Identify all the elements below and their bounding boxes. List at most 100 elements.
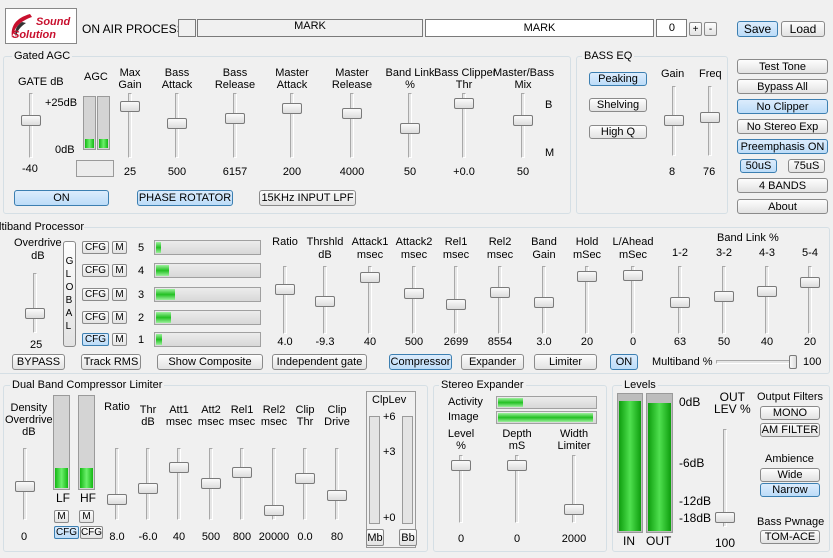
gate-slider-thumb[interactable] xyxy=(21,115,41,126)
input-lpf-button[interactable]: 15KHz INPUT LPF xyxy=(259,190,356,206)
mb-l-ahead-msec-thumb[interactable] xyxy=(623,270,643,281)
mb-rel1-msec-thumb[interactable] xyxy=(446,299,466,310)
no-stereo-exp-button[interactable]: No Stereo Exp xyxy=(737,119,828,134)
se-level-thumb[interactable] xyxy=(451,460,471,471)
band-3-cfg-button[interactable]: CFG xyxy=(82,288,109,301)
peaking-button[interactable]: Peaking xyxy=(589,72,647,86)
band-5-cfg-button[interactable]: CFG xyxy=(82,241,109,254)
db-att2-msec-thumb[interactable] xyxy=(201,478,221,489)
density-slider-thumb[interactable] xyxy=(15,481,35,492)
mb-band-gain-thumb[interactable] xyxy=(534,297,554,308)
band-2-m-button[interactable]: M xyxy=(112,311,127,324)
tom-ace-button[interactable]: TOM-ACE xyxy=(760,530,820,544)
db-att1-msec-track[interactable] xyxy=(177,448,181,520)
band-4-cfg-button[interactable]: CFG xyxy=(82,264,109,277)
db-clip-thr-thumb[interactable] xyxy=(295,473,315,484)
agc-bass-release-track[interactable] xyxy=(233,93,237,158)
about-button[interactable]: About xyxy=(737,199,828,214)
band-1-cfg-button[interactable]: CFG xyxy=(82,333,109,346)
mb-thrshld-db-thumb[interactable] xyxy=(315,296,335,307)
mb-hold-msec-thumb[interactable] xyxy=(577,271,597,282)
am-filter-button[interactable]: AM FILTER xyxy=(760,423,820,437)
preset-minus-button[interactable]: - xyxy=(704,22,717,36)
db-thr-db-thumb[interactable] xyxy=(138,483,158,494)
mb-button[interactable]: Mb xyxy=(366,529,384,546)
agc-bass-attack-thumb[interactable] xyxy=(167,118,187,129)
band-2-cfg-button[interactable]: CFG xyxy=(82,311,109,324)
track-rms-button[interactable]: Track RMS xyxy=(81,354,141,370)
db-rel1-msec-track[interactable] xyxy=(240,448,244,520)
limiter-button[interactable]: Limiter xyxy=(534,354,597,370)
bypass-all-button[interactable]: Bypass All xyxy=(737,79,828,94)
band-3-m-button[interactable]: M xyxy=(112,288,127,301)
agc-master-release-track[interactable] xyxy=(350,93,354,158)
mono-button[interactable]: MONO xyxy=(760,406,820,420)
agc-bass-release-thumb[interactable] xyxy=(225,113,245,124)
multiband-pct-track[interactable] xyxy=(716,360,794,364)
link-4-3-thumb[interactable] xyxy=(757,286,777,297)
mb-rel2-msec-track[interactable] xyxy=(498,266,502,334)
link-5-4-thumb[interactable] xyxy=(800,277,820,288)
db-rel1-msec-thumb[interactable] xyxy=(232,467,252,478)
agc-bass-clipper-thr-thumb[interactable] xyxy=(454,98,474,109)
mb-attack2-msec-thumb[interactable] xyxy=(404,288,424,299)
bass-eq-gain-thumb[interactable] xyxy=(664,115,684,126)
link-4-3-track[interactable] xyxy=(765,266,769,334)
bb-button[interactable]: Bb xyxy=(399,529,417,546)
high-q-button[interactable]: High Q xyxy=(589,125,647,139)
compressor-button[interactable]: Compressor xyxy=(389,354,452,370)
expander-button[interactable]: Expander xyxy=(461,354,524,370)
shelving-button[interactable]: Shelving xyxy=(589,98,647,112)
no-clipper-button[interactable]: No Clipper xyxy=(737,99,828,114)
global-button[interactable]: G L O B A L xyxy=(63,241,76,347)
mb-rel2-msec-thumb[interactable] xyxy=(490,287,510,298)
bypass-button[interactable]: BYPASS xyxy=(12,354,65,370)
multiband-on-button[interactable]: ON xyxy=(610,354,638,370)
preset-name-field[interactable]: MARK xyxy=(425,19,654,37)
db-ratio-thumb[interactable] xyxy=(107,494,127,505)
band-1-m-button[interactable]: M xyxy=(112,333,127,346)
bass-eq-freq-thumb[interactable] xyxy=(700,112,720,123)
lf-cfg-button[interactable]: CFG xyxy=(54,526,79,539)
load-button[interactable]: Load xyxy=(781,21,825,37)
lf-m-button[interactable]: M xyxy=(54,510,69,523)
50us-button[interactable]: 50uS xyxy=(740,159,777,173)
mb-attack2-msec-track[interactable] xyxy=(412,266,416,334)
75us-button[interactable]: 75uS xyxy=(788,159,825,173)
link-1-2-thumb[interactable] xyxy=(670,297,690,308)
se-depth-ms-thumb[interactable] xyxy=(507,460,527,471)
db-clip-drive-thumb[interactable] xyxy=(327,490,347,501)
preset-number-field[interactable]: 0 xyxy=(656,19,687,37)
wide-button[interactable]: Wide xyxy=(760,468,820,482)
mb-attack1-msec-thumb[interactable] xyxy=(360,272,380,283)
band-5-m-button[interactable]: M xyxy=(112,241,127,254)
independent-gate-button[interactable]: Independent gate xyxy=(272,354,367,370)
bands-button[interactable]: 4 BANDS xyxy=(737,178,828,193)
test-tone-button[interactable]: Test Tone xyxy=(737,59,828,74)
multiband-pct-thumb[interactable] xyxy=(789,355,797,369)
db-rel2-msec-thumb[interactable] xyxy=(264,505,284,516)
mb-ratio-track[interactable] xyxy=(283,266,287,334)
narrow-button[interactable]: Narrow xyxy=(760,483,820,497)
agc-on-button[interactable]: ON xyxy=(14,190,109,206)
phase-rotator-button[interactable]: PHASE ROTATOR xyxy=(137,190,233,206)
agc-master-attack-thumb[interactable] xyxy=(282,103,302,114)
preset-blank-field[interactable] xyxy=(178,19,196,37)
save-button[interactable]: Save xyxy=(737,21,778,37)
db-ratio-track[interactable] xyxy=(115,448,119,520)
preset-plus-button[interactable]: + xyxy=(689,22,702,36)
overdrive-slider-thumb[interactable] xyxy=(25,308,45,319)
agc-master-release-thumb[interactable] xyxy=(342,108,362,119)
agc-band-link-thumb[interactable] xyxy=(400,123,420,134)
db-clip-thr-track[interactable] xyxy=(303,448,307,520)
db-att1-msec-thumb[interactable] xyxy=(169,462,189,473)
out-lev-slider-thumb[interactable] xyxy=(715,512,735,523)
hf-m-button[interactable]: M xyxy=(79,510,94,523)
band-4-m-button[interactable]: M xyxy=(112,264,127,277)
link-3-2-thumb[interactable] xyxy=(714,291,734,302)
db-clip-drive-track[interactable] xyxy=(335,448,339,520)
agc-master-bass-mix-thumb[interactable] xyxy=(513,115,533,126)
se-width-limiter-thumb[interactable] xyxy=(564,504,584,515)
mb-ratio-thumb[interactable] xyxy=(275,284,295,295)
show-composite-button[interactable]: Show Composite xyxy=(157,354,263,370)
